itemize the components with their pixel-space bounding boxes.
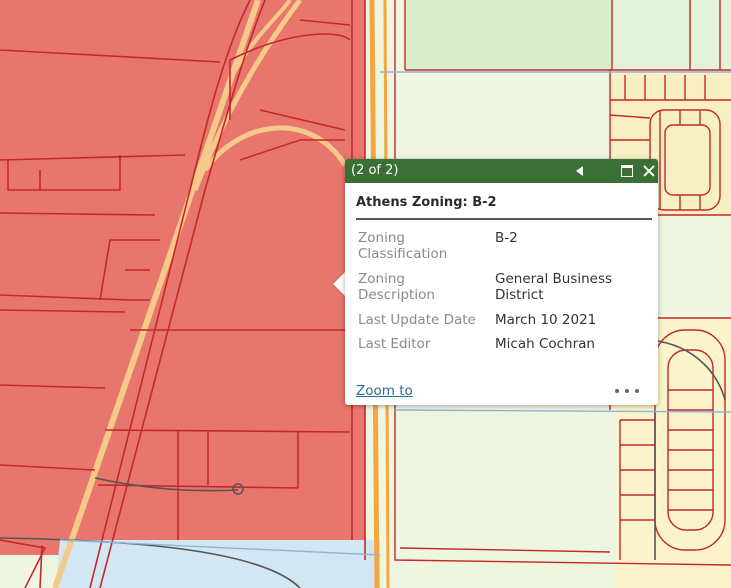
feature-count: (2 of 2) <box>351 163 399 178</box>
business-zone-area <box>0 0 365 560</box>
close-icon <box>643 165 655 177</box>
popup-title: Athens Zoning: B-2 <box>356 195 497 210</box>
attribute-label: Last Update Date <box>358 312 476 328</box>
attribute-label: Zoning Description <box>358 271 435 303</box>
attribute-label: Last Editor <box>358 336 431 352</box>
popup-pointer <box>333 272 345 296</box>
caret-left-icon <box>575 166 583 176</box>
previous-feature-button[interactable] <box>569 159 589 183</box>
feature-popup: (2 of 2) Athens Zoning: B-2 Zoning Class… <box>345 159 658 405</box>
more-actions-button[interactable] <box>615 383 639 399</box>
popup-header: (2 of 2) <box>345 159 658 183</box>
maximize-button[interactable] <box>617 159 637 183</box>
park-zone-area <box>405 0 613 70</box>
attribute-value: Micah Cochran <box>495 336 595 352</box>
attribute-value: B-2 <box>495 230 518 246</box>
attribute-value: General Business District <box>495 271 613 303</box>
zoom-to-link[interactable]: Zoom to <box>356 383 413 399</box>
close-button[interactable] <box>639 159 659 183</box>
attribute-label: Zoning Classification <box>358 230 448 262</box>
maximize-icon <box>621 165 633 177</box>
title-divider <box>356 218 652 220</box>
ellipsis-icon <box>615 389 619 393</box>
attribute-value: March 10 2021 <box>495 312 597 328</box>
